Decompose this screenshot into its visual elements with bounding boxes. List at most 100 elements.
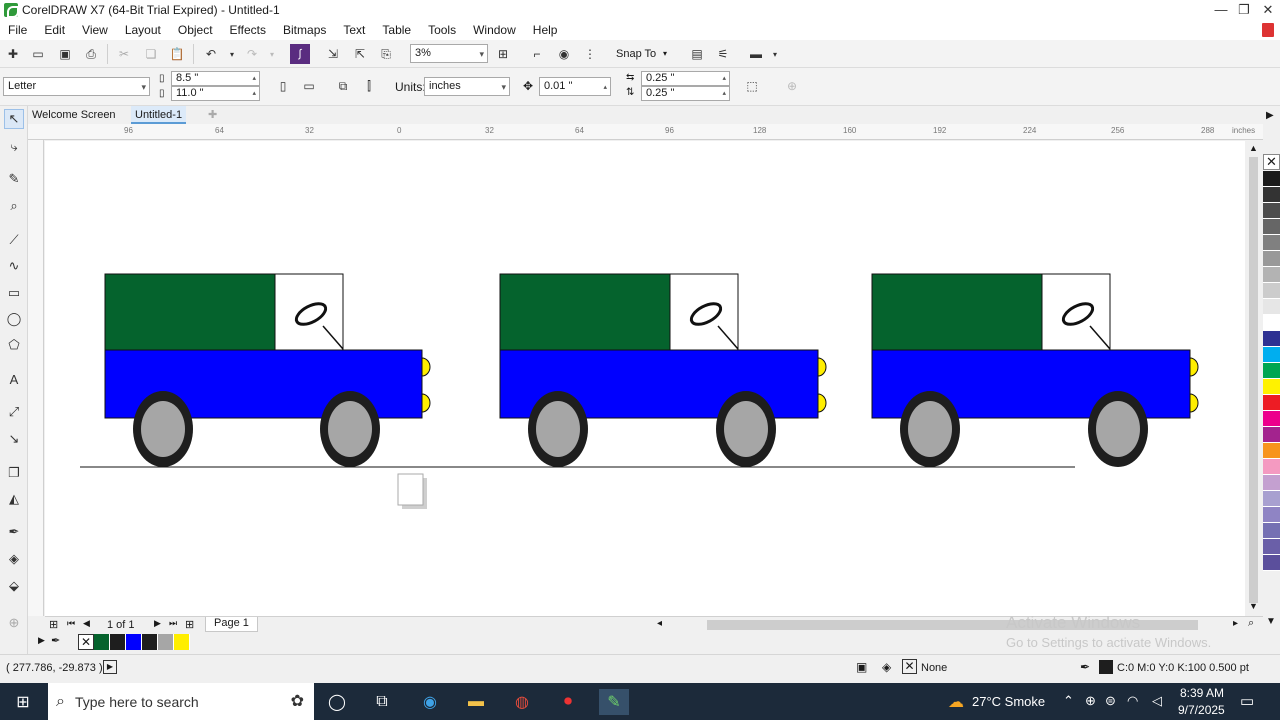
palette-swatch[interactable]	[1263, 251, 1280, 267]
chrome-icon[interactable]: ◍	[509, 689, 535, 715]
palette-swatch[interactable]	[1263, 523, 1280, 539]
last-page-icon[interactable]: ⏭	[169, 618, 177, 629]
shape-tool-icon[interactable]: ⤷	[4, 137, 24, 157]
full-screen-preview-icon[interactable]: ⌐	[527, 44, 547, 64]
treat-as-filled-icon[interactable]: ⬚	[742, 76, 762, 96]
notifications-icon[interactable]: ▭	[1240, 692, 1254, 710]
horizontal-ruler[interactable]: 96 64 32 0 32 64 96 128 160 192 224 256 …	[28, 124, 1263, 140]
menu-layout[interactable]: Layout	[125, 23, 161, 37]
page-width-field[interactable]: 8.5 " ▴	[171, 71, 260, 86]
spinner-icon[interactable]: ▴	[722, 87, 726, 100]
publish-pdf-icon[interactable]: ⎘	[376, 44, 396, 64]
palette-swatch[interactable]	[1263, 315, 1280, 331]
palette-swatch[interactable]	[1263, 203, 1280, 219]
zoom-navigator-icon[interactable]: ⌕	[1248, 617, 1254, 630]
doc-palette-swatch[interactable]	[158, 634, 174, 650]
scroll-down-icon[interactable]: ▼	[1249, 601, 1258, 611]
menu-table[interactable]: Table	[382, 23, 411, 37]
vertical-scrollbar[interactable]: ▲ ▼	[1246, 141, 1261, 616]
color-proof-icon[interactable]: ▣	[856, 660, 867, 674]
landscape-icon[interactable]: ▭	[299, 76, 319, 96]
tab-page-1[interactable]: Page 1	[205, 617, 258, 632]
zoom-to-page-icon[interactable]: ⊞	[493, 44, 513, 64]
menu-bitmaps[interactable]: Bitmaps	[283, 23, 326, 37]
palette-swatch[interactable]	[1263, 507, 1280, 523]
menu-view[interactable]: View	[82, 23, 108, 37]
open-folder-icon[interactable]: ▭	[28, 44, 48, 64]
menu-window[interactable]: Window	[473, 23, 516, 37]
paste-icon[interactable]: 📋	[167, 44, 187, 64]
palette-swatch[interactable]	[1263, 219, 1280, 235]
doc-palette-swatch[interactable]	[142, 634, 158, 650]
chevron-down-icon[interactable]: ▾	[765, 44, 785, 64]
palette-swatch[interactable]	[1263, 427, 1280, 443]
no-color-swatch[interactable]: ✕	[1263, 154, 1280, 170]
redo-icon[interactable]: ↷	[242, 44, 262, 64]
coreldraw-taskbar-icon[interactable]: ✎	[599, 689, 629, 715]
palette-arrow-icon[interactable]: ▶	[38, 635, 45, 646]
file-explorer-icon[interactable]: ▬	[463, 689, 489, 715]
menu-object[interactable]: Object	[178, 23, 213, 37]
cortana-icon[interactable]: ◯	[324, 689, 350, 715]
palette-swatch[interactable]	[1263, 443, 1280, 459]
palette-swatch[interactable]	[1263, 539, 1280, 555]
scroll-left-icon[interactable]: ◂	[657, 618, 662, 629]
vertical-ruler[interactable]	[28, 140, 44, 616]
rectangle-tool-icon[interactable]: ▭	[4, 283, 24, 303]
palette-swatch[interactable]	[1263, 267, 1280, 283]
palette-swatch[interactable]	[1263, 395, 1280, 411]
palette-scroll-up-icon[interactable]: ▶	[1266, 110, 1274, 121]
drop-shadow-icon[interactable]: ❐	[4, 463, 24, 483]
spinner-icon[interactable]: ▴	[252, 72, 256, 85]
tab-untitled-1[interactable]: Untitled-1	[131, 106, 187, 124]
close-button[interactable]: ✕	[1254, 0, 1280, 20]
add-icon[interactable]: ⊕	[782, 76, 802, 96]
palette-swatch[interactable]	[1263, 411, 1280, 427]
clock-time[interactable]: 8:39 AM	[1180, 686, 1224, 700]
search-content-icon[interactable]: ∫	[290, 44, 310, 64]
smart-fill-icon[interactable]: ⬙	[4, 576, 24, 596]
save-icon[interactable]: ▣	[55, 44, 75, 64]
palette-swatch[interactable]	[1263, 283, 1280, 299]
new-document-icon[interactable]: ✚	[3, 44, 23, 64]
pen-outline-icon[interactable]: ✒	[1080, 660, 1090, 674]
dimension-tool-icon[interactable]: ⤢	[4, 402, 24, 422]
wifi-icon[interactable]: ◠	[1127, 693, 1138, 709]
palette-swatch[interactable]	[1263, 475, 1280, 491]
copy-icon[interactable]: ❏	[141, 44, 161, 64]
redo-dropdown-icon[interactable]: ▾	[262, 44, 282, 64]
pick-tool-icon[interactable]: ↖	[4, 109, 24, 129]
all-pages-icon[interactable]: ⧉	[333, 76, 353, 96]
ellipse-tool-icon[interactable]: ◯	[4, 309, 24, 329]
scroll-up-icon[interactable]: ▲	[1249, 143, 1258, 153]
application-launcher-icon[interactable]: ▤	[687, 44, 707, 64]
connector-tool-icon[interactable]: ↘	[4, 429, 24, 449]
palette-swatch[interactable]	[1263, 299, 1280, 315]
tab-welcome-screen[interactable]: Welcome Screen	[28, 106, 120, 124]
add-page-after-icon[interactable]: ⊞	[185, 618, 194, 631]
scroll-thumb[interactable]	[1249, 157, 1258, 603]
interactive-fill-icon[interactable]: ◈	[4, 549, 24, 569]
polygon-tool-icon[interactable]: ⬠	[4, 335, 24, 355]
help-document-icon[interactable]	[1262, 23, 1274, 37]
menu-file[interactable]: File	[8, 23, 27, 37]
palette-swatch[interactable]	[1263, 331, 1280, 347]
current-page-icon[interactable]: ⫿	[359, 76, 379, 96]
clock-date[interactable]: 9/7/2025	[1178, 703, 1225, 717]
truck-3[interactable]	[871, 273, 1199, 467]
nudge-distance-field[interactable]: 0.01 " ▴	[539, 77, 611, 96]
zoom-level-select[interactable]: 3% ▾	[410, 44, 488, 63]
palette-swatch[interactable]	[1263, 187, 1280, 203]
transparency-icon[interactable]: ◭	[4, 489, 24, 509]
menu-edit[interactable]: Edit	[44, 23, 65, 37]
page-height-field[interactable]: 11.0 " ▴	[171, 86, 260, 101]
freehand-tool-icon[interactable]: ⟋	[4, 230, 24, 250]
palette-swatch[interactable]	[1263, 491, 1280, 507]
play-icon[interactable]: ▶	[103, 660, 117, 674]
duplicate-y-field[interactable]: 0.25 " ▴	[641, 86, 730, 101]
meet-now-icon[interactable]: ⊕	[1085, 693, 1096, 709]
menu-effects[interactable]: Effects	[230, 23, 266, 37]
eyedropper-icon[interactable]: ✒	[4, 522, 24, 542]
duplicate-x-field[interactable]: 0.25 " ▴	[641, 71, 730, 86]
chevron-up-icon[interactable]: ⌃	[1063, 693, 1074, 709]
